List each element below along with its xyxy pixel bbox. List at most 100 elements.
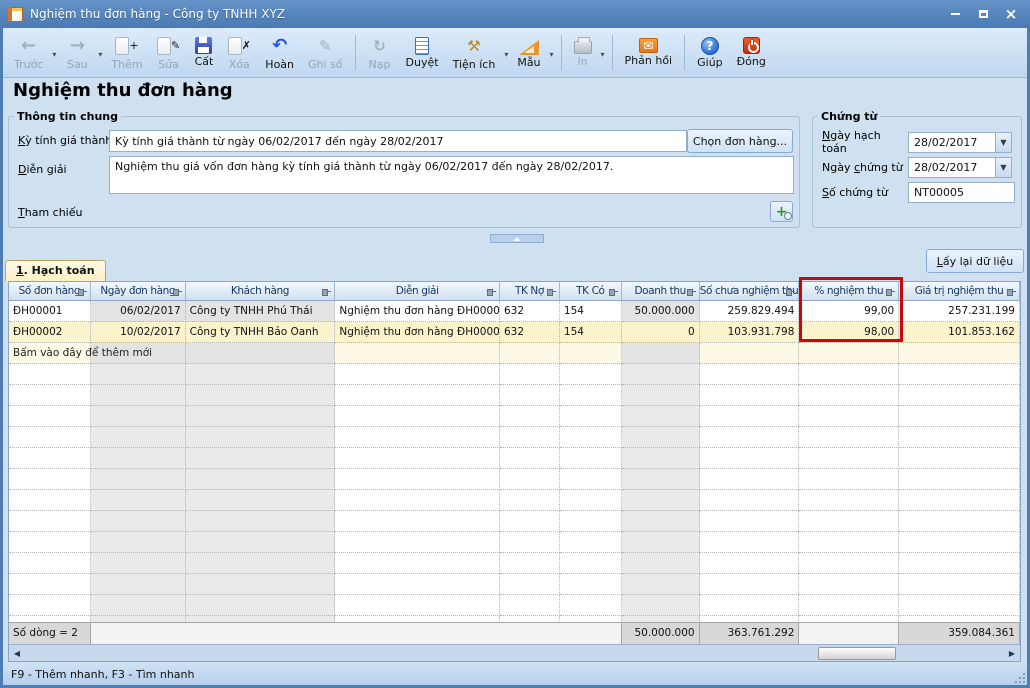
cell[interactable]: 154 <box>559 301 622 322</box>
cell[interactable] <box>90 595 186 616</box>
cell[interactable] <box>699 616 800 622</box>
minimize-button[interactable] <box>948 7 962 21</box>
cell[interactable] <box>621 490 700 511</box>
cell[interactable] <box>621 448 700 469</box>
cell[interactable] <box>185 595 336 616</box>
voucher-date-picker[interactable]: 28/02/2017 ▼ <box>908 156 1012 178</box>
cell[interactable] <box>621 574 700 595</box>
table-row[interactable] <box>9 532 1020 553</box>
cell[interactable] <box>185 406 336 427</box>
table-row[interactable]: ĐH00002 10/02/2017 Công ty TNHH Bảo Oanh Ng… <box>9 322 1020 343</box>
cell[interactable] <box>799 511 900 532</box>
cell[interactable] <box>799 427 900 448</box>
cell[interactable] <box>699 532 800 553</box>
pin-icon[interactable] <box>1006 287 1017 296</box>
cell[interactable] <box>500 490 560 511</box>
cell[interactable] <box>500 343 560 364</box>
pin-icon[interactable] <box>886 287 896 296</box>
table-row[interactable] <box>9 385 1020 406</box>
cell[interactable] <box>899 574 1020 595</box>
table-row[interactable] <box>9 595 1020 616</box>
cell[interactable] <box>335 427 500 448</box>
cell[interactable] <box>9 427 91 448</box>
column-header-7[interactable]: Doanh thu <box>621 282 700 301</box>
table-row[interactable] <box>9 616 1020 622</box>
pin-icon[interactable] <box>322 287 332 296</box>
cell[interactable] <box>90 616 186 622</box>
cell[interactable] <box>9 595 91 616</box>
cell[interactable] <box>559 490 622 511</box>
cell[interactable] <box>9 469 91 490</box>
cell[interactable] <box>9 553 91 574</box>
cell[interactable] <box>90 574 186 595</box>
cell[interactable] <box>185 511 336 532</box>
cell[interactable] <box>559 448 622 469</box>
cell[interactable]: 98,00 <box>799 322 900 343</box>
cell[interactable] <box>559 406 622 427</box>
cell[interactable] <box>559 616 622 622</box>
add-reference-button[interactable]: + <box>770 201 793 222</box>
pin-icon[interactable] <box>77 287 88 296</box>
cell[interactable] <box>90 448 186 469</box>
cell[interactable] <box>9 364 91 385</box>
cell[interactable] <box>9 574 91 595</box>
cell[interactable] <box>799 469 900 490</box>
cell[interactable] <box>335 553 500 574</box>
cell[interactable] <box>559 343 622 364</box>
cell[interactable] <box>500 427 560 448</box>
cell[interactable] <box>559 532 622 553</box>
chevron-down-icon[interactable]: ▼ <box>995 131 1012 153</box>
cell[interactable] <box>799 616 900 622</box>
column-header-8[interactable]: Số chưa nghiệm thu <box>699 282 800 301</box>
choose-order-button[interactable]: Chọn đơn hàng... <box>687 129 793 153</box>
cell[interactable]: Nghiệm thu đơn hàng ĐH00001 <box>335 301 500 322</box>
cell[interactable]: 257.231.199 <box>899 301 1020 322</box>
cell[interactable]: 10/02/2017 <box>90 322 186 343</box>
cell[interactable] <box>899 364 1020 385</box>
cell[interactable] <box>335 406 500 427</box>
cell[interactable] <box>90 427 186 448</box>
toolbar-dong-button[interactable]: Đóng <box>730 30 773 75</box>
cell[interactable] <box>335 343 500 364</box>
cell[interactable] <box>699 469 800 490</box>
cell[interactable]: 101.853.162 <box>899 322 1020 343</box>
toolbar-tien-ich-button[interactable]: ⚒ Tiện ích ▾ <box>446 30 511 75</box>
cell[interactable] <box>9 532 91 553</box>
cell[interactable] <box>799 406 900 427</box>
cell[interactable] <box>559 553 622 574</box>
cell[interactable]: ĐH00001 <box>9 301 91 322</box>
cell[interactable] <box>899 406 1020 427</box>
cell[interactable] <box>559 574 622 595</box>
cell[interactable] <box>799 343 900 364</box>
cell[interactable] <box>335 469 500 490</box>
scrollbar-thumb[interactable] <box>818 647 896 660</box>
close-button[interactable]: × <box>1004 7 1018 22</box>
cell[interactable] <box>185 385 336 406</box>
cell[interactable] <box>500 511 560 532</box>
cell[interactable] <box>185 343 336 364</box>
table-row[interactable] <box>9 511 1020 532</box>
cell[interactable]: Công ty TNHH Bảo Oanh <box>185 322 336 343</box>
cell[interactable]: 06/02/2017 <box>90 301 186 322</box>
cell[interactable] <box>799 553 900 574</box>
cell[interactable] <box>90 385 186 406</box>
cell[interactable]: Công ty TNHH Phú Thái <box>185 301 336 322</box>
cell[interactable] <box>699 364 800 385</box>
cell[interactable] <box>185 553 336 574</box>
cell[interactable] <box>335 595 500 616</box>
cell[interactable] <box>699 448 800 469</box>
cell[interactable] <box>185 574 336 595</box>
cell[interactable] <box>9 511 91 532</box>
column-header-1[interactable]: Số đơn hàng <box>9 282 91 301</box>
cell[interactable] <box>699 490 800 511</box>
cell[interactable]: 103.931.798 <box>699 322 800 343</box>
cell[interactable] <box>621 616 700 622</box>
cell[interactable] <box>500 574 560 595</box>
cell[interactable]: 154 <box>559 322 622 343</box>
pin-icon[interactable] <box>172 287 183 296</box>
column-header-3[interactable]: Khách hàng <box>185 282 336 301</box>
cell[interactable]: 99,00 <box>799 301 900 322</box>
cell[interactable] <box>621 532 700 553</box>
cell[interactable] <box>335 574 500 595</box>
cell[interactable] <box>899 343 1020 364</box>
